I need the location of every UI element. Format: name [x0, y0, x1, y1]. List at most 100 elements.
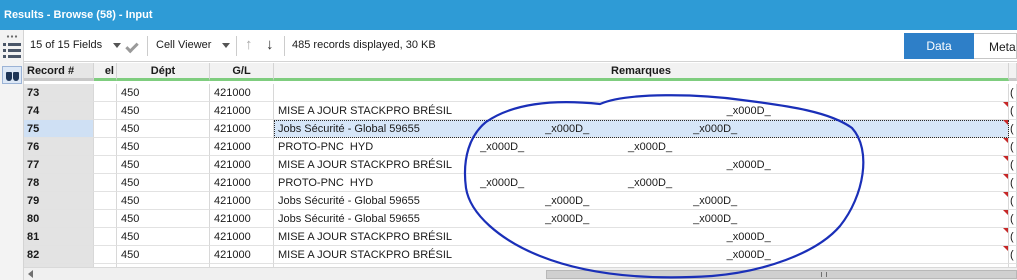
next-column-cell[interactable]: (	[1009, 138, 1017, 156]
column-header-gl[interactable]: G/L	[210, 63, 274, 81]
next-column-cell[interactable]: (	[1009, 192, 1017, 210]
remarques-cell[interactable]: PROTO-PNC HYD _x000D_ _x000D_	[274, 174, 1009, 192]
dept-cell[interactable]: 450	[117, 138, 210, 156]
table-row[interactable]: 73 450 421000 (	[24, 84, 1017, 102]
next-column-cell[interactable]: (	[1009, 228, 1017, 246]
column-header-next[interactable]	[1009, 63, 1017, 81]
cell-viewer-caret-icon[interactable]	[222, 43, 230, 48]
dept-cell[interactable]: 450	[117, 156, 210, 174]
toolbar-divider	[147, 36, 148, 56]
record-number-cell[interactable]: 75	[24, 120, 94, 138]
arrow-up-icon[interactable]: ↑	[245, 37, 253, 53]
dept-cell[interactable]: 450	[117, 120, 210, 138]
arrow-left-icon[interactable]	[28, 270, 33, 278]
el-cell[interactable]	[94, 84, 117, 102]
el-cell[interactable]	[94, 138, 117, 156]
next-column-cell[interactable]: (	[1009, 84, 1017, 102]
remarques-cell[interactable]	[274, 84, 1009, 102]
el-cell[interactable]	[94, 210, 117, 228]
record-number-cell[interactable]: 82	[24, 246, 94, 264]
arrow-down-icon[interactable]: ↓	[266, 37, 274, 53]
drag-handle-icon[interactable]	[6, 35, 18, 38]
remarques-cell[interactable]: Jobs Sécurité - Global 59655 _x000D_ _x0…	[274, 120, 1009, 138]
el-cell[interactable]	[94, 246, 117, 264]
el-cell[interactable]	[94, 228, 117, 246]
dept-cell[interactable]: 450	[117, 84, 210, 102]
table-row[interactable]: 78 450 421000 PROTO-PNC HYD _x000D_ _x000D_…	[24, 174, 1017, 192]
next-column-cell[interactable]: (	[1009, 120, 1017, 138]
table-row[interactable]: 75 450 421000 Jobs Sécurité - Global 59655 …	[24, 120, 1017, 138]
gl-cell[interactable]: 421000	[210, 174, 274, 192]
fields-selector[interactable]: 15 of 15 Fields	[30, 39, 102, 51]
record-number-cell[interactable]: 80	[24, 210, 94, 228]
table-row[interactable]: 76 450 421000 PROTO-PNC HYD _x000D_ _x000D_…	[24, 138, 1017, 156]
next-column-cell[interactable]: (	[1009, 246, 1017, 264]
record-number-cell[interactable]: 79	[24, 192, 94, 210]
record-number-cell[interactable]: 77	[24, 156, 94, 174]
fields-dropdown-caret-icon[interactable]	[113, 43, 121, 48]
table-row[interactable]: 80 450 421000 Jobs Sécurité - Global 59655 …	[24, 210, 1017, 228]
remarques-cell[interactable]: MISE A JOUR STACKPRO BRÉSIL _x000D_	[274, 228, 1009, 246]
cell-viewer-selector[interactable]: Cell Viewer	[156, 39, 211, 51]
next-column-cell[interactable]: (	[1009, 174, 1017, 192]
scrollbar-thumb[interactable]	[546, 270, 1017, 279]
tab-metadata[interactable]: Meta	[974, 33, 1017, 59]
gl-cell[interactable]: 421000	[210, 210, 274, 228]
remarques-cell[interactable]: PROTO-PNC HYD _x000D_ _x000D_	[274, 138, 1009, 156]
gl-cell[interactable]: 421000	[210, 192, 274, 210]
red-triangle-icon	[1003, 246, 1008, 251]
dept-cell[interactable]: 450	[117, 174, 210, 192]
window-title: Results - Browse (58) - Input	[0, 0, 1017, 30]
dept-cell[interactable]: 450	[117, 102, 210, 120]
remarques-cell[interactable]: Jobs Sécurité - Global 59655 _x000D_ _x0…	[274, 210, 1009, 228]
gl-cell[interactable]: 421000	[210, 102, 274, 120]
toolbar-divider	[284, 36, 285, 56]
dept-cell[interactable]: 450	[117, 192, 210, 210]
red-triangle-icon	[1003, 228, 1008, 233]
remarques-cell[interactable]: Jobs Sécurité - Global 59655 _x000D_ _x0…	[274, 192, 1009, 210]
gl-cell[interactable]: 421000	[210, 120, 274, 138]
horizontal-scrollbar[interactable]	[24, 267, 1017, 280]
gl-cell[interactable]: 421000	[210, 156, 274, 174]
el-cell[interactable]	[94, 102, 117, 120]
remarques-cell[interactable]: MISE A JOUR STACKPRO BRÉSIL _x000D_	[274, 246, 1009, 264]
next-column-cell[interactable]: (	[1009, 210, 1017, 228]
red-triangle-icon	[1003, 156, 1008, 161]
el-cell[interactable]	[94, 120, 117, 138]
next-column-cell[interactable]: (	[1009, 156, 1017, 174]
record-number-cell[interactable]: 73	[24, 84, 94, 102]
table-row[interactable]: 81 450 421000 MISE A JOUR STACKPRO BRÉSIL _…	[24, 228, 1017, 246]
gl-cell[interactable]: 421000	[210, 138, 274, 156]
table-row[interactable]: 74 450 421000 MISE A JOUR STACKPRO BRÉSIL _…	[24, 102, 1017, 120]
table-row[interactable]: 77 450 421000 MISE A JOUR STACKPRO BRÉSIL _…	[24, 156, 1017, 174]
gl-cell[interactable]: 421000	[210, 228, 274, 246]
checkmark-icon[interactable]	[125, 39, 139, 54]
dept-cell[interactable]: 450	[117, 246, 210, 264]
column-header-remarques[interactable]: Remarques	[274, 63, 1009, 81]
column-header-record[interactable]: Record #	[24, 63, 94, 81]
tab-data[interactable]: Data	[904, 33, 974, 59]
table-row[interactable]: 79 450 421000 Jobs Sécurité - Global 59655 …	[24, 192, 1017, 210]
table-row[interactable]: 82 450 421000 MISE A JOUR STACKPRO BRÉSIL _…	[24, 246, 1017, 264]
remarques-cell[interactable]: MISE A JOUR STACKPRO BRÉSIL _x000D_	[274, 102, 1009, 120]
dept-cell[interactable]: 450	[117, 228, 210, 246]
record-number-cell[interactable]: 81	[24, 228, 94, 246]
remarques-cell[interactable]: MISE A JOUR STACKPRO BRÉSIL _x000D_	[274, 156, 1009, 174]
results-grid: Record # el Dépt G/L Remarques 73 450 4210…	[24, 63, 1017, 267]
next-column-cell[interactable]: (	[1009, 102, 1017, 120]
records-status: 485 records displayed, 30 KB	[292, 39, 436, 51]
column-header-el[interactable]: el	[94, 63, 117, 81]
record-number-cell[interactable]: 76	[24, 138, 94, 156]
el-cell[interactable]	[94, 192, 117, 210]
el-cell[interactable]	[94, 156, 117, 174]
list-icon[interactable]	[3, 42, 21, 58]
column-header-dept[interactable]: Dépt	[117, 63, 210, 81]
toolbar-divider	[236, 36, 237, 56]
binoculars-icon[interactable]	[2, 66, 22, 84]
gl-cell[interactable]: 421000	[210, 246, 274, 264]
record-number-cell[interactable]: 74	[24, 102, 94, 120]
el-cell[interactable]	[94, 174, 117, 192]
dept-cell[interactable]: 450	[117, 210, 210, 228]
gl-cell[interactable]: 421000	[210, 84, 274, 102]
record-number-cell[interactable]: 78	[24, 174, 94, 192]
